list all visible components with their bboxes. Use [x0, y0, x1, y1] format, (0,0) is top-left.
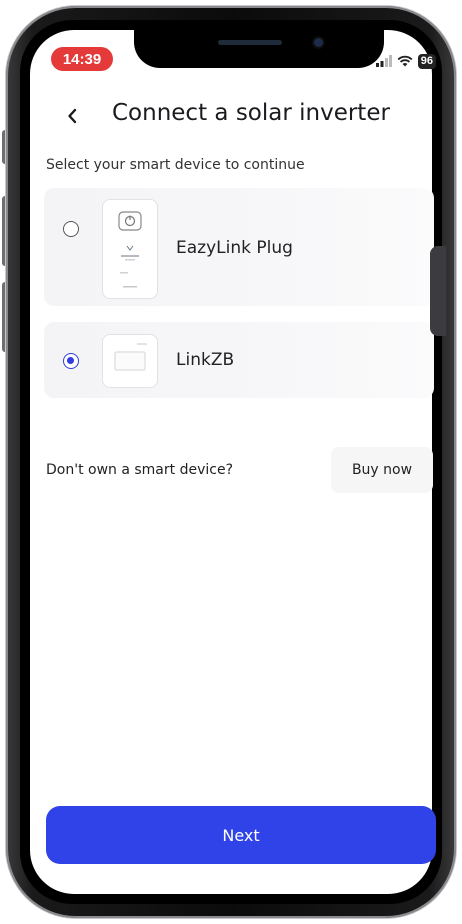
no-device-prompt: Don't own a smart device? — [46, 462, 233, 478]
eazylink-plug-thumbnail — [102, 199, 158, 299]
smart-plug-image-icon — [118, 211, 142, 288]
next-button[interactable]: Next — [46, 806, 436, 864]
status-time: 14:39 — [51, 47, 113, 71]
screenshot-stage: 14:39 96 Connect a solar inverter Select… — [0, 0, 462, 924]
radio-selected[interactable] — [63, 353, 79, 369]
page-subtitle: Select your smart device to continue — [46, 157, 305, 173]
device-label: LinkZB — [176, 350, 235, 370]
signal-icon — [375, 55, 392, 67]
radio-selected-dot — [67, 357, 74, 364]
device-option-eazylink-plug[interactable]: EazyLink Plug — [44, 188, 434, 306]
back-button[interactable] — [62, 102, 82, 130]
notch — [134, 30, 384, 68]
device-label: EazyLink Plug — [176, 238, 293, 258]
page-title: Connect a solar inverter — [112, 100, 390, 126]
device-option-linkzb[interactable]: LinkZB — [44, 322, 434, 398]
radio-unselected[interactable] — [63, 221, 79, 237]
wifi-icon — [397, 55, 413, 67]
linkzb-thumbnail — [102, 334, 158, 388]
earpiece-speaker — [218, 40, 282, 45]
zigbee-gateway-image-icon — [114, 343, 147, 371]
buy-now-button[interactable]: Buy now — [331, 447, 433, 493]
front-camera — [314, 38, 323, 47]
chevron-left-icon — [68, 108, 77, 124]
status-indicators: 96 — [375, 52, 436, 70]
side-drawer-handle[interactable] — [430, 246, 446, 336]
battery-level: 96 — [417, 53, 436, 69]
